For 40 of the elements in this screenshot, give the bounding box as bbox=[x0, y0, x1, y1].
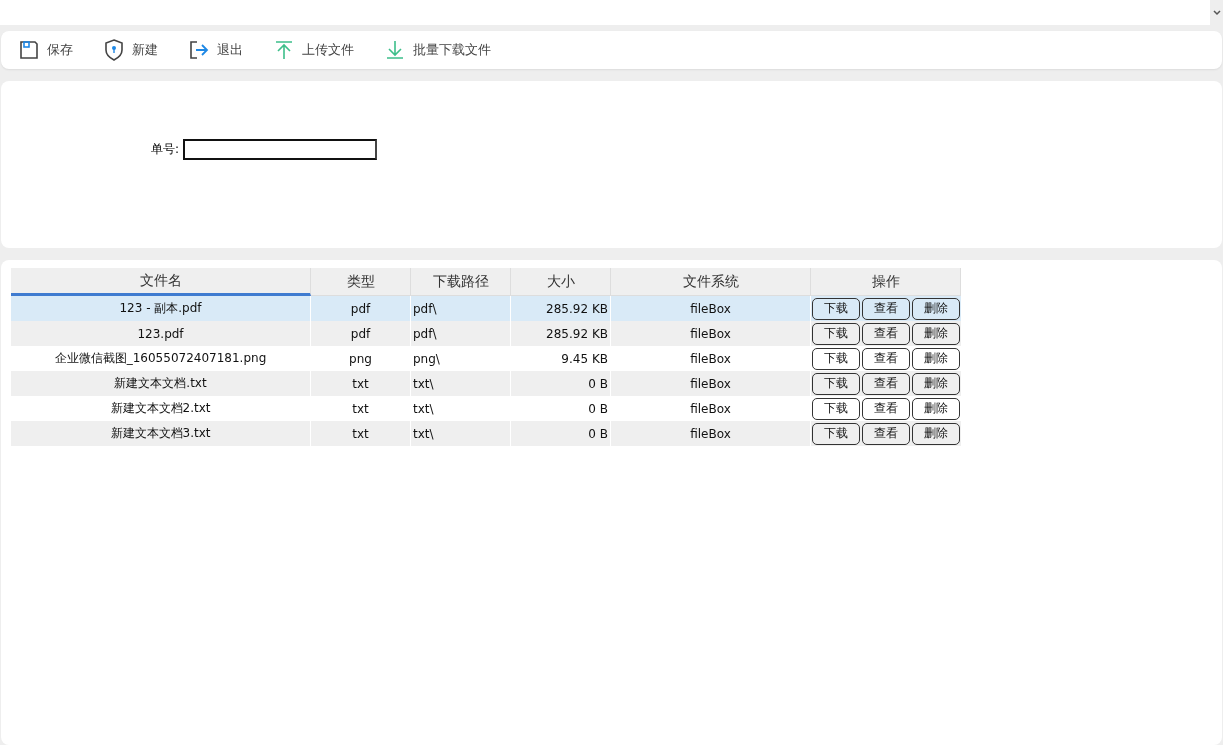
action-button[interactable]: 删除 bbox=[912, 347, 960, 370]
column-header[interactable]: 下载路径 bbox=[411, 268, 511, 296]
column-header[interactable]: 文件系统 bbox=[611, 268, 811, 296]
toolbar-button[interactable]: 新建 bbox=[104, 39, 158, 61]
action-button[interactable]: 下载 bbox=[812, 422, 860, 445]
action-button[interactable]: 查看 bbox=[862, 322, 910, 345]
download-icon bbox=[385, 40, 405, 60]
column-header[interactable]: 文件名 bbox=[11, 268, 311, 296]
table-cell: pdf\ bbox=[411, 321, 511, 346]
action-button[interactable]: 查看 bbox=[862, 372, 910, 395]
action-button[interactable]: 删除 bbox=[912, 397, 960, 420]
toolbar-button[interactable]: 批量下载文件 bbox=[385, 40, 491, 60]
table-cell: txt\ bbox=[411, 371, 511, 396]
action-button[interactable]: 查看 bbox=[862, 422, 910, 445]
column-header[interactable]: 操作 bbox=[811, 268, 961, 296]
toolbar-button[interactable]: 退出 bbox=[189, 40, 243, 60]
chevron-down-icon[interactable] bbox=[1213, 10, 1221, 16]
table-cell: pdf\ bbox=[411, 296, 511, 321]
toolbar-button[interactable]: 保存 bbox=[19, 40, 73, 60]
column-header[interactable]: 大小 bbox=[511, 268, 611, 296]
action-button[interactable]: 下载 bbox=[812, 347, 860, 370]
action-button[interactable]: 查看 bbox=[862, 347, 910, 370]
toolbar-button[interactable]: 上传文件 bbox=[274, 40, 354, 60]
field-label: 单号: bbox=[151, 141, 180, 158]
column-header[interactable]: 类型 bbox=[311, 268, 411, 296]
shield-icon bbox=[104, 39, 124, 61]
action-button[interactable]: 下载 bbox=[812, 322, 860, 345]
upload-icon bbox=[274, 40, 294, 60]
action-button[interactable]: 删除 bbox=[912, 297, 960, 320]
action-button[interactable]: 删除 bbox=[912, 372, 960, 395]
exit-icon bbox=[189, 40, 209, 60]
action-button[interactable]: 下载 bbox=[812, 297, 860, 320]
order-number-field[interactable] bbox=[183, 139, 378, 160]
action-button[interactable]: 查看 bbox=[862, 397, 910, 420]
table-cell: txt\ bbox=[411, 421, 511, 446]
action-button[interactable]: 删除 bbox=[912, 422, 960, 445]
action-button[interactable]: 查看 bbox=[862, 297, 910, 320]
action-button[interactable]: 下载 bbox=[812, 397, 860, 420]
action-button[interactable]: 下载 bbox=[812, 372, 860, 395]
action-button[interactable]: 删除 bbox=[912, 322, 960, 345]
